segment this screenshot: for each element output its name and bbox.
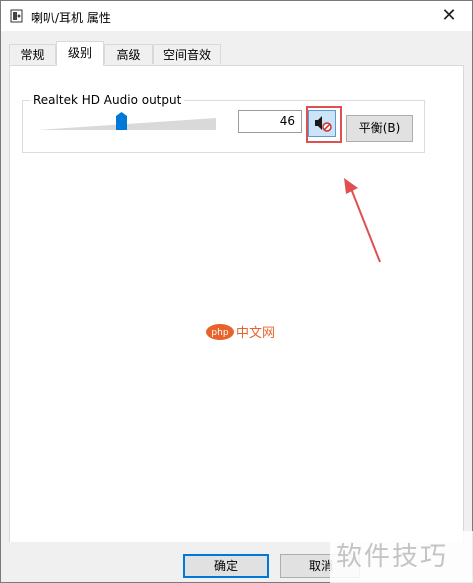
- properties-dialog: 喇叭/耳机 属性 ✕ 常规 级别 高级 空间音效 Realtek HD Audi…: [0, 0, 473, 583]
- tab-levels[interactable]: 级别: [56, 41, 104, 66]
- corner-watermark: 软件技巧: [330, 531, 473, 583]
- title-bar[interactable]: 喇叭/耳机 属性 ✕: [1, 1, 472, 31]
- balance-button[interactable]: 平衡(B): [346, 115, 413, 142]
- levels-panel: Realtek HD Audio output 46 平衡(B) php 中文网: [9, 65, 464, 580]
- annotation-arrow: [344, 178, 381, 263]
- mute-button-highlight: [306, 106, 342, 143]
- volume-slider-thumb[interactable]: [116, 112, 128, 130]
- svg-text:php: php: [211, 328, 228, 338]
- window-title: 喇叭/耳机 属性: [31, 11, 111, 25]
- close-button[interactable]: ✕: [426, 1, 472, 31]
- volume-level-field[interactable]: 46: [238, 110, 302, 133]
- svg-text:中文网: 中文网: [236, 326, 275, 341]
- php-logo-watermark: php 中文网: [206, 324, 275, 341]
- dialog-content: 常规 级别 高级 空间音效 Realtek HD Audio output 46: [1, 31, 472, 580]
- device-name: Realtek HD Audio output: [30, 93, 185, 107]
- tab-spatial-sound[interactable]: 空间音效: [153, 44, 221, 64]
- tab-advanced[interactable]: 高级: [104, 44, 153, 64]
- ok-button[interactable]: 确定: [183, 554, 269, 578]
- speaker-icon: [10, 9, 23, 23]
- tab-general[interactable]: 常规: [9, 44, 56, 64]
